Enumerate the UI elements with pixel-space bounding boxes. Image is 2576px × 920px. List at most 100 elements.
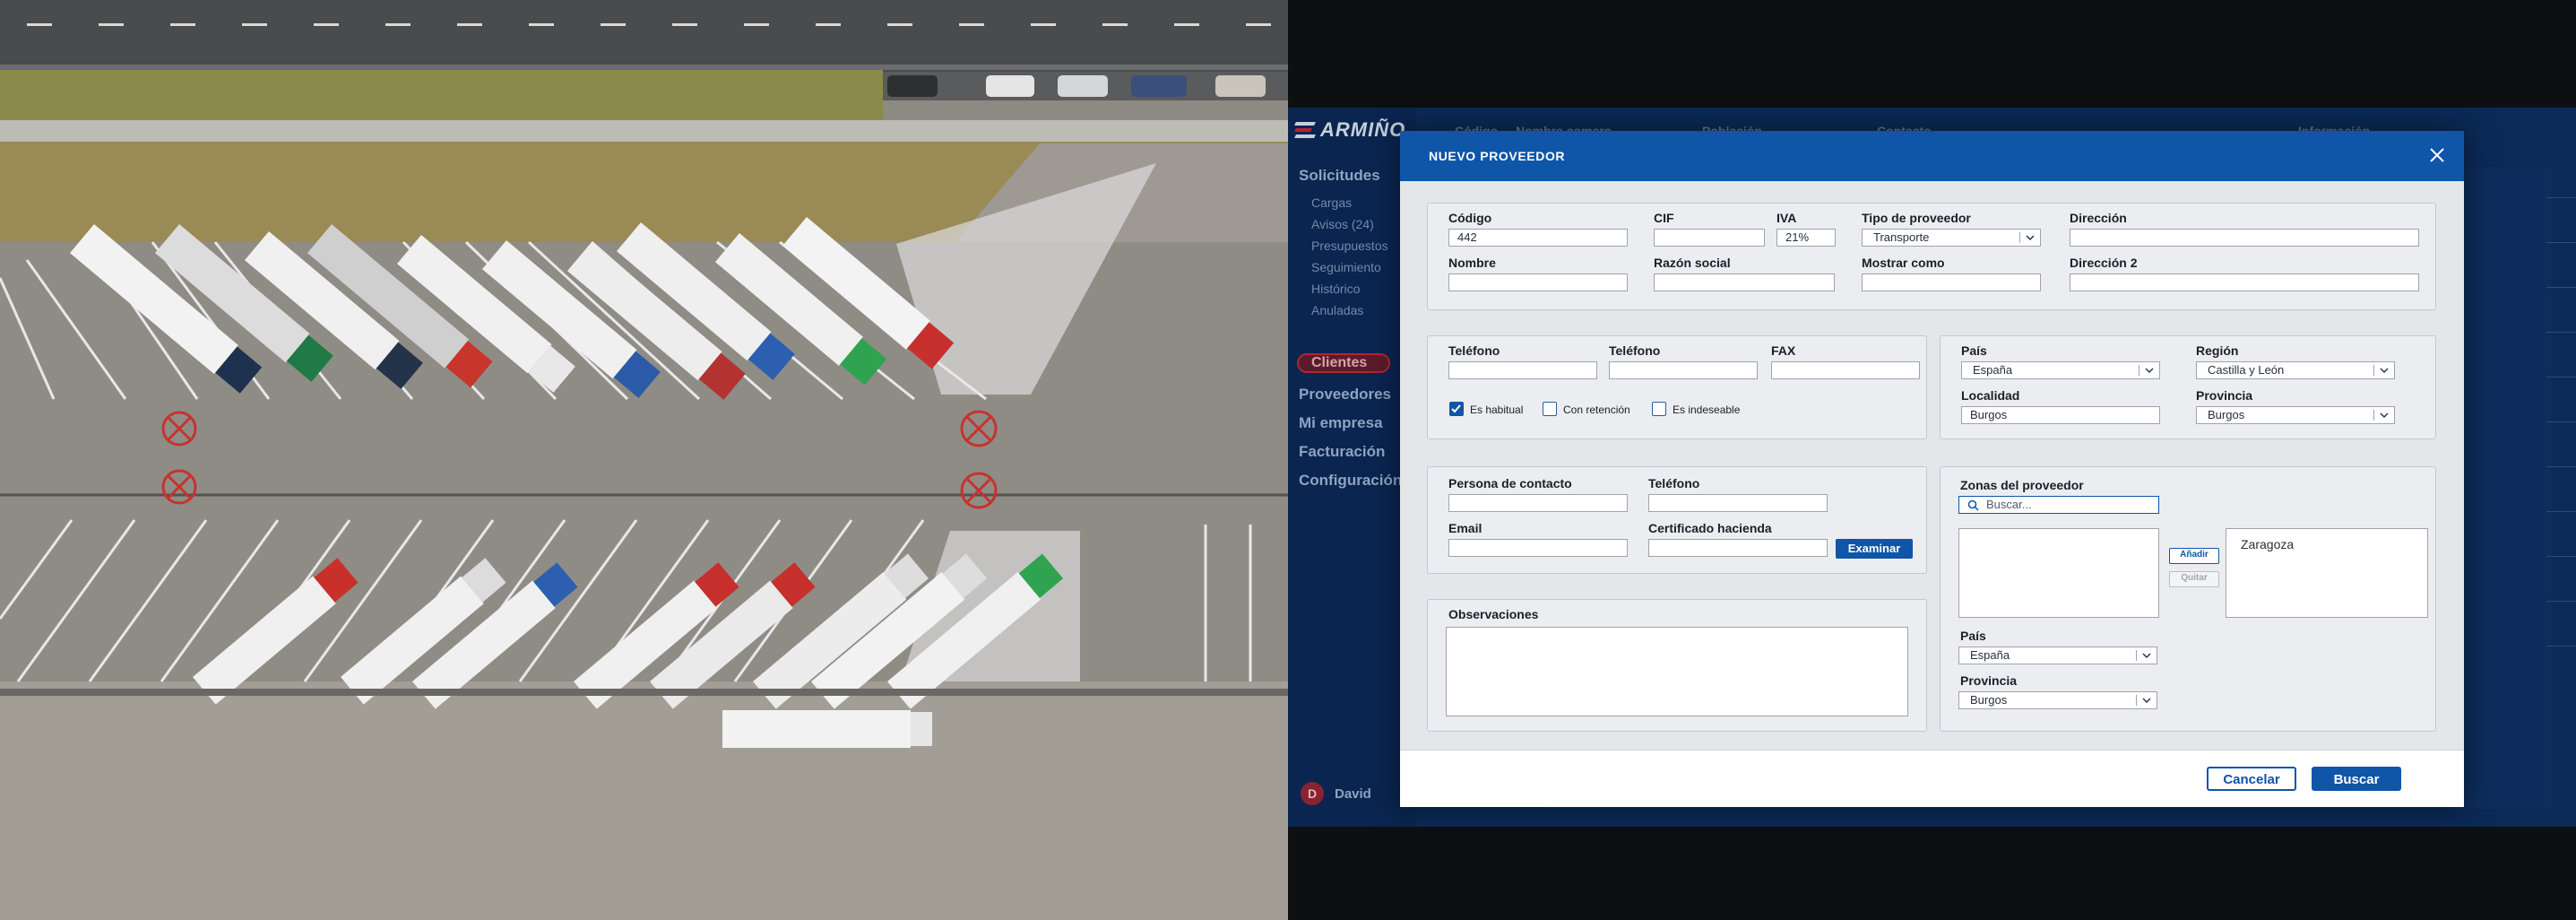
contacto-telefono-input[interactable] bbox=[1648, 494, 1828, 512]
sidebar-section-mi-empresa[interactable]: Mi empresa bbox=[1299, 414, 1383, 432]
sidebar-item-presupuestos[interactable]: Presupuestos bbox=[1311, 239, 1388, 253]
zonas-pais-label: País bbox=[1960, 629, 1986, 643]
zonas-card: Zonas del proveedor Buscar... Añadir Qui… bbox=[1940, 466, 2436, 732]
con-retencion-checkbox[interactable] bbox=[1543, 402, 1557, 416]
table-row[interactable] bbox=[2546, 421, 2576, 422]
table-row[interactable] bbox=[2546, 646, 2576, 647]
table-row[interactable] bbox=[2546, 466, 2576, 467]
es-habitual-checkbox[interactable] bbox=[1449, 402, 1464, 416]
zonas-provincia-value: Burgos bbox=[1970, 693, 2008, 707]
localidad-input[interactable]: Burgos bbox=[1961, 406, 2160, 424]
region-select[interactable]: Castilla y León bbox=[2196, 361, 2395, 379]
razon-social-input[interactable] bbox=[1654, 273, 1835, 291]
general-data-card: Código 442 CIF IVA 21% Tipo de proveedor… bbox=[1427, 203, 2436, 310]
dialog-header: NUEVO PROVEEDOR bbox=[1400, 131, 2464, 181]
tipo-proveedor-select[interactable]: Transporte bbox=[1862, 229, 2041, 247]
certificado-hacienda-label: Certificado hacienda bbox=[1648, 521, 1772, 535]
direccion-label: Dirección bbox=[2070, 211, 2127, 225]
table-row[interactable] bbox=[2546, 377, 2576, 378]
iva-input[interactable]: 21% bbox=[1776, 229, 1836, 247]
cancel-button[interactable]: Cancelar bbox=[2207, 767, 2296, 791]
chevron-down-icon bbox=[2380, 412, 2389, 418]
cif-label: CIF bbox=[1654, 211, 1674, 225]
fax-input[interactable] bbox=[1771, 361, 1920, 379]
table-row[interactable] bbox=[2546, 556, 2576, 557]
tipo-proveedor-label: Tipo de proveedor bbox=[1862, 211, 1971, 225]
brand-logo[interactable]: ARMIÑO bbox=[1294, 118, 1405, 142]
search-button[interactable]: Buscar bbox=[2312, 767, 2401, 791]
examinar-button[interactable]: Examinar bbox=[1836, 539, 1913, 559]
email-label: Email bbox=[1448, 521, 1482, 535]
sidebar-item-cargas[interactable]: Cargas bbox=[1311, 195, 1352, 210]
zonas-available-list[interactable] bbox=[1958, 528, 2159, 618]
region-value: Castilla y León bbox=[2208, 363, 2285, 377]
fax-label: FAX bbox=[1771, 343, 1796, 358]
telefono2-input[interactable] bbox=[1609, 361, 1758, 379]
dialog-footer: Cancelar Buscar bbox=[1400, 750, 2464, 807]
remove-zone-button[interactable]: Quitar bbox=[2169, 571, 2219, 587]
certificado-hacienda-input[interactable] bbox=[1648, 539, 1828, 557]
telefono1-input[interactable] bbox=[1448, 361, 1597, 379]
table-row[interactable] bbox=[2546, 601, 2576, 602]
sidebar-section-solicitudes[interactable]: Solicitudes bbox=[1299, 167, 1380, 185]
con-retencion-label: Con retención bbox=[1563, 404, 1630, 416]
observaciones-textarea[interactable] bbox=[1446, 627, 1908, 716]
sidebar-item-clientes-active[interactable]: Clientes bbox=[1297, 353, 1390, 373]
logo-mark-icon bbox=[1294, 120, 1317, 140]
table-row[interactable] bbox=[2546, 242, 2576, 243]
check-icon bbox=[1451, 404, 1461, 413]
es-indeseable-checkbox[interactable] bbox=[1652, 402, 1666, 416]
nombre-input[interactable] bbox=[1448, 273, 1628, 291]
new-supplier-dialog: NUEVO PROVEEDOR Código 442 CIF IVA 21% T… bbox=[1400, 131, 2464, 807]
sidebar-section-configuracion[interactable]: Configuración bbox=[1299, 472, 1402, 490]
sidebar-item-avisos[interactable]: Avisos (24) bbox=[1311, 217, 1374, 231]
table-row[interactable] bbox=[2546, 332, 2576, 333]
mostrar-como-input[interactable] bbox=[1862, 273, 2041, 291]
provincia-select[interactable]: Burgos bbox=[2196, 406, 2395, 424]
direccion2-input[interactable] bbox=[2070, 273, 2419, 291]
codigo-label: Código bbox=[1448, 211, 1492, 225]
persona-contacto-input[interactable] bbox=[1448, 494, 1628, 512]
zonas-pais-value: España bbox=[1970, 648, 2010, 662]
sidebar-section-facturacion[interactable]: Facturación bbox=[1299, 443, 1385, 461]
add-zone-button[interactable]: Añadir bbox=[2169, 548, 2219, 564]
zonas-selected-list[interactable]: Zaragoza bbox=[2226, 528, 2428, 618]
observaciones-card: Observaciones bbox=[1427, 599, 1927, 732]
close-icon[interactable] bbox=[2425, 143, 2449, 167]
mostrar-como-label: Mostrar como bbox=[1862, 256, 1945, 270]
observaciones-label: Observaciones bbox=[1448, 607, 1539, 621]
email-field[interactable] bbox=[1448, 539, 1628, 557]
table-row[interactable] bbox=[2546, 287, 2576, 288]
table-row[interactable] bbox=[2546, 511, 2576, 512]
direccion-input[interactable] bbox=[2070, 229, 2419, 247]
dialog-title: NUEVO PROVEEDOR bbox=[1429, 149, 1566, 163]
cif-input[interactable] bbox=[1654, 229, 1765, 247]
chevron-down-icon bbox=[2380, 368, 2389, 373]
location-card: País España Región Castilla y León Local… bbox=[1940, 335, 2436, 439]
es-indeseable-label: Es indeseable bbox=[1673, 404, 1741, 416]
contact-card: Persona de contacto Teléfono Email Certi… bbox=[1427, 466, 1927, 574]
persona-contacto-label: Persona de contacto bbox=[1448, 476, 1572, 490]
pais-label: País bbox=[1961, 343, 1987, 358]
zonas-provincia-select[interactable]: Burgos bbox=[1958, 691, 2157, 709]
zonas-pais-select[interactable]: España bbox=[1958, 647, 2157, 664]
sidebar-section-proveedores[interactable]: Proveedores bbox=[1299, 386, 1391, 404]
codigo-input[interactable]: 442 bbox=[1448, 229, 1628, 247]
sidebar-item-historico[interactable]: Histórico bbox=[1311, 282, 1360, 296]
telefono1-label: Teléfono bbox=[1448, 343, 1500, 358]
tipo-proveedor-value: Transporte bbox=[1873, 230, 1930, 244]
pais-value: España bbox=[1973, 363, 2013, 377]
table-row[interactable] bbox=[2546, 197, 2576, 198]
zonas-search-input[interactable]: Buscar... bbox=[1958, 496, 2159, 514]
contacto-telefono-label: Teléfono bbox=[1648, 476, 1700, 490]
zonas-search-placeholder: Buscar... bbox=[1986, 498, 2032, 511]
sidebar-item-seguimiento[interactable]: Seguimiento bbox=[1311, 260, 1381, 274]
sidebar-item-anuladas[interactable]: Anuladas bbox=[1311, 303, 1363, 317]
list-item[interactable]: Zaragoza bbox=[2241, 536, 2413, 552]
razon-social-label: Razón social bbox=[1654, 256, 1731, 270]
chevron-down-icon bbox=[2026, 235, 2035, 240]
user-menu[interactable]: D David bbox=[1301, 782, 1371, 805]
es-habitual-label: Es habitual bbox=[1470, 404, 1524, 416]
chevron-down-icon bbox=[2142, 653, 2151, 658]
pais-select[interactable]: España bbox=[1961, 361, 2160, 379]
